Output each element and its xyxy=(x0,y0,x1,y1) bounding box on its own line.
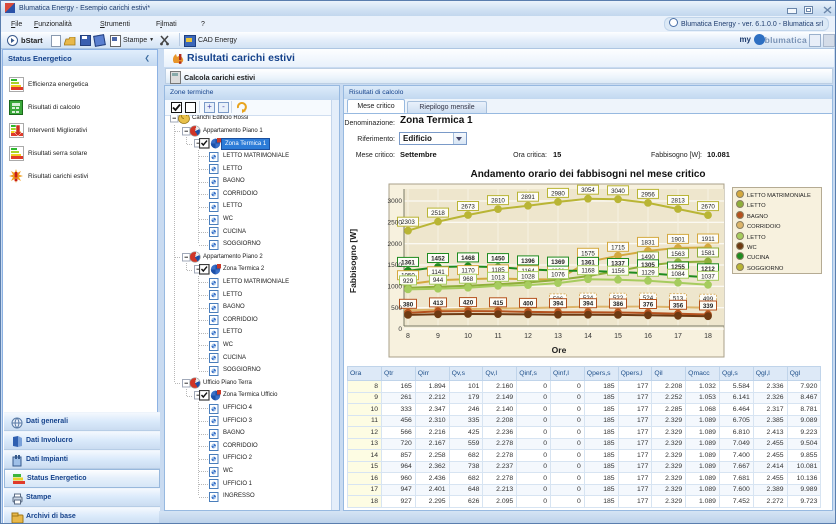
svg-text:1901: 1901 xyxy=(671,236,685,243)
svg-text:1396: 1396 xyxy=(521,258,535,265)
svg-text:1129: 1129 xyxy=(641,269,655,276)
svg-text:2673: 2673 xyxy=(461,204,475,211)
svg-text:1000: 1000 xyxy=(388,284,403,291)
svg-text:944: 944 xyxy=(433,277,444,284)
svg-text:420: 420 xyxy=(463,300,474,307)
svg-text:394: 394 xyxy=(583,301,594,308)
svg-text:3054: 3054 xyxy=(581,187,595,194)
svg-text:1156: 1156 xyxy=(611,268,625,275)
svg-text:1452: 1452 xyxy=(431,256,445,263)
svg-text:1831: 1831 xyxy=(641,239,655,246)
svg-text:386: 386 xyxy=(613,301,624,308)
svg-text:17: 17 xyxy=(674,333,682,340)
svg-text:2518: 2518 xyxy=(431,210,445,217)
svg-text:2000: 2000 xyxy=(388,241,403,248)
svg-text:13: 13 xyxy=(554,333,562,340)
svg-text:10: 10 xyxy=(464,333,472,340)
svg-text:1369: 1369 xyxy=(551,259,565,266)
svg-text:2956: 2956 xyxy=(641,191,655,198)
svg-text:3040: 3040 xyxy=(611,188,625,195)
svg-text:339: 339 xyxy=(703,303,714,310)
svg-text:2500: 2500 xyxy=(388,220,403,227)
svg-text:3000: 3000 xyxy=(388,198,403,205)
svg-text:400: 400 xyxy=(523,300,534,307)
svg-text:1084: 1084 xyxy=(671,271,685,278)
svg-text:1715: 1715 xyxy=(611,244,625,251)
svg-text:1563: 1563 xyxy=(671,251,685,258)
svg-text:1500: 1500 xyxy=(388,262,403,269)
svg-text:Ore: Ore xyxy=(552,345,567,355)
svg-text:8: 8 xyxy=(406,333,410,340)
svg-text:1575: 1575 xyxy=(581,250,595,257)
svg-text:415: 415 xyxy=(493,300,504,307)
svg-text:14: 14 xyxy=(584,333,592,340)
svg-text:413: 413 xyxy=(433,300,444,307)
svg-text:9: 9 xyxy=(436,333,440,340)
svg-text:1037: 1037 xyxy=(701,273,715,280)
svg-text:356: 356 xyxy=(673,302,684,309)
svg-text:1581: 1581 xyxy=(701,250,715,257)
svg-text:1361: 1361 xyxy=(401,259,415,266)
svg-text:1028: 1028 xyxy=(521,274,535,281)
svg-text:500: 500 xyxy=(391,305,402,312)
svg-text:1170: 1170 xyxy=(461,268,475,275)
svg-text:11: 11 xyxy=(494,333,501,340)
svg-text:1450: 1450 xyxy=(491,256,505,263)
svg-text:2810: 2810 xyxy=(491,198,505,205)
svg-text:394: 394 xyxy=(553,301,564,308)
svg-text:15: 15 xyxy=(614,333,622,340)
svg-text:18: 18 xyxy=(704,333,712,340)
svg-text:1013: 1013 xyxy=(491,274,505,281)
svg-text:2980: 2980 xyxy=(551,190,565,197)
svg-text:2303: 2303 xyxy=(401,219,415,226)
svg-text:1168: 1168 xyxy=(581,268,595,275)
svg-text:2813: 2813 xyxy=(671,198,685,205)
svg-text:1468: 1468 xyxy=(461,255,475,262)
svg-text:2891: 2891 xyxy=(521,194,535,201)
svg-text:376: 376 xyxy=(643,302,654,309)
svg-text:929: 929 xyxy=(403,278,414,285)
svg-text:2670: 2670 xyxy=(701,204,715,211)
svg-text:1076: 1076 xyxy=(551,272,565,279)
svg-text:16: 16 xyxy=(644,333,652,340)
svg-text:12: 12 xyxy=(524,333,532,340)
svg-text:0: 0 xyxy=(398,326,402,333)
svg-text:380: 380 xyxy=(403,301,414,308)
svg-text:1911: 1911 xyxy=(701,236,715,243)
svg-text:968: 968 xyxy=(463,276,474,283)
